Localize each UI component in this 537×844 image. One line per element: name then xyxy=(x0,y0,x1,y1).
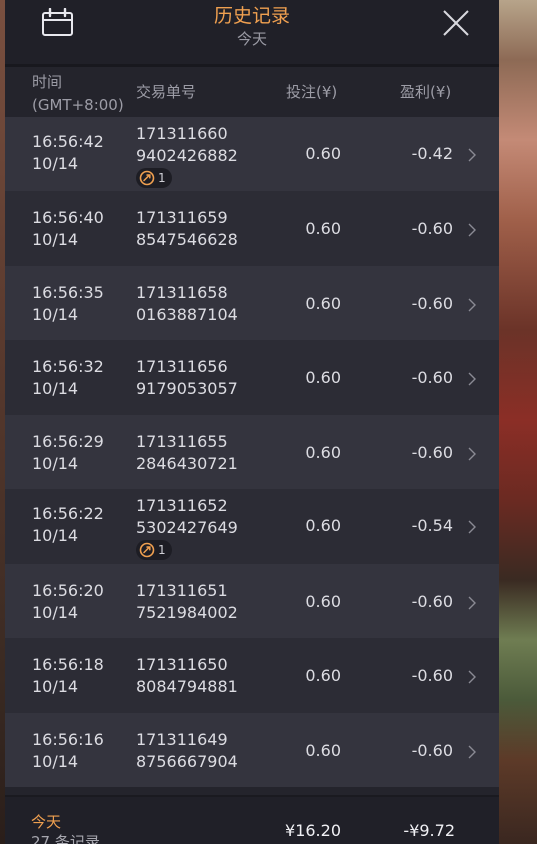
record-time: 16:56:18 10/14 xyxy=(32,655,104,696)
record-bet: 0.60 xyxy=(305,294,341,313)
record-time: 16:56:22 10/14 xyxy=(32,504,104,545)
record-transaction-id: 171311651 7521984002 xyxy=(136,581,238,622)
record-profit: -0.60 xyxy=(411,741,453,760)
record-profit: -0.60 xyxy=(411,592,453,611)
total-bet: ¥16.20 xyxy=(285,821,341,840)
free-spin-badge: 1 xyxy=(136,168,172,188)
chevron-right-icon[interactable] xyxy=(466,297,478,312)
record-bet: 0.60 xyxy=(305,144,341,163)
chevron-right-icon[interactable] xyxy=(466,371,478,386)
record-time: 16:56:29 10/14 xyxy=(32,432,104,473)
background-right-strip xyxy=(499,0,537,844)
panel-header: 历史记录 今天 xyxy=(5,0,499,67)
record-row[interactable]: 16:56:20 10/14 171311651 7521984002 0.60 -0.6… xyxy=(5,564,499,638)
chevron-right-icon[interactable] xyxy=(466,147,478,162)
record-time: 16:56:20 10/14 xyxy=(32,581,104,622)
record-profit: -0.54 xyxy=(411,516,453,535)
column-header-time: 时间 (GMT+8:00) xyxy=(32,73,124,114)
record-row[interactable]: 16:56:18 10/14 171311650 8084794881 0.60 -0.6… xyxy=(5,638,499,713)
record-time: 16:56:16 10/14 xyxy=(32,730,104,771)
chevron-right-icon[interactable] xyxy=(466,519,478,534)
summary-footer: 今天 27 条记录 ¥16.20 -¥9.72 xyxy=(5,795,499,844)
record-time: 16:56:35 10/14 xyxy=(32,283,104,324)
record-bet: 0.60 xyxy=(305,741,341,760)
record-bet: 0.60 xyxy=(305,516,341,535)
record-count: 27 条记录 xyxy=(31,833,100,844)
spin-icon xyxy=(139,542,155,558)
page-subtitle: 今天 xyxy=(236,30,267,48)
free-spin-badge: 1 xyxy=(136,540,172,560)
summary-label: 今天 xyxy=(31,813,62,831)
record-time: 16:56:42 10/14 xyxy=(32,132,104,173)
record-transaction-id: 171311649 8756667904 xyxy=(136,730,238,771)
record-transaction-id: 171311655 2846430721 xyxy=(136,432,238,473)
record-profit: -0.60 xyxy=(411,219,453,238)
record-transaction-id: 171311656 9179053057 xyxy=(136,357,238,398)
total-profit: -¥9.72 xyxy=(403,821,455,840)
record-profit: -0.60 xyxy=(411,368,453,387)
record-bet: 0.60 xyxy=(305,219,341,238)
record-row[interactable]: 16:56:29 10/14 171311655 2846430721 0.60 -0.6… xyxy=(5,415,499,489)
record-transaction-id: 171311652 5302427649 1 xyxy=(136,495,238,564)
record-profit: -0.60 xyxy=(411,666,453,685)
history-panel: 历史记录 今天 时间 (GMT+8:00) 交易单号 投注(¥) 盈利(¥) 1… xyxy=(5,0,499,844)
badge-count: 1 xyxy=(158,171,166,185)
record-list: 16:56:42 10/14 171311660 9402426882 1 0.60 -0.… xyxy=(5,117,499,787)
record-time: 16:56:32 10/14 xyxy=(32,357,104,398)
record-bet: 0.60 xyxy=(305,666,341,685)
record-row[interactable]: 16:56:40 10/14 171311659 8547546628 0.60 -0.6… xyxy=(5,191,499,266)
record-transaction-id: 171311658 0163887104 xyxy=(136,283,238,324)
record-profit: -0.42 xyxy=(411,144,453,163)
column-header-id: 交易单号 xyxy=(136,83,197,101)
record-row[interactable]: 16:56:22 10/14 171311652 5302427649 1 0.60 -0.… xyxy=(5,489,499,564)
column-header-row: 时间 (GMT+8:00) 交易单号 投注(¥) 盈利(¥) xyxy=(5,67,499,117)
record-transaction-id: 171311650 8084794881 xyxy=(136,655,238,696)
record-time: 16:56:40 10/14 xyxy=(32,208,104,249)
record-bet: 0.60 xyxy=(305,592,341,611)
chevron-right-icon[interactable] xyxy=(466,222,478,237)
record-transaction-id: 171311660 9402426882 1 xyxy=(136,123,238,192)
record-profit: -0.60 xyxy=(411,294,453,313)
column-header-profit: 盈利(¥) xyxy=(400,83,452,101)
chevron-right-icon[interactable] xyxy=(466,595,478,610)
badge-count: 1 xyxy=(158,543,166,557)
chevron-right-icon[interactable] xyxy=(466,744,478,759)
chevron-right-icon[interactable] xyxy=(466,669,478,684)
spin-icon xyxy=(139,170,155,186)
record-bet: 0.60 xyxy=(305,368,341,387)
record-transaction-id: 171311659 8547546628 xyxy=(136,208,238,249)
record-row[interactable]: 16:56:32 10/14 171311656 9179053057 0.60 -0.6… xyxy=(5,340,499,415)
record-bet: 0.60 xyxy=(305,443,341,462)
record-row[interactable]: 16:56:42 10/14 171311660 9402426882 1 0.60 -0.… xyxy=(5,117,499,191)
chevron-right-icon[interactable] xyxy=(466,446,478,461)
column-header-bet: 投注(¥) xyxy=(286,83,338,101)
record-profit: -0.60 xyxy=(411,443,453,462)
page-title: 历史记录 xyxy=(213,5,290,27)
record-row[interactable]: 16:56:16 10/14 171311649 8756667904 0.60 -0.6… xyxy=(5,713,499,787)
record-row[interactable]: 16:56:35 10/14 171311658 0163887104 0.60 -0.6… xyxy=(5,266,499,340)
close-icon xyxy=(443,10,469,36)
close-button[interactable] xyxy=(441,8,471,38)
